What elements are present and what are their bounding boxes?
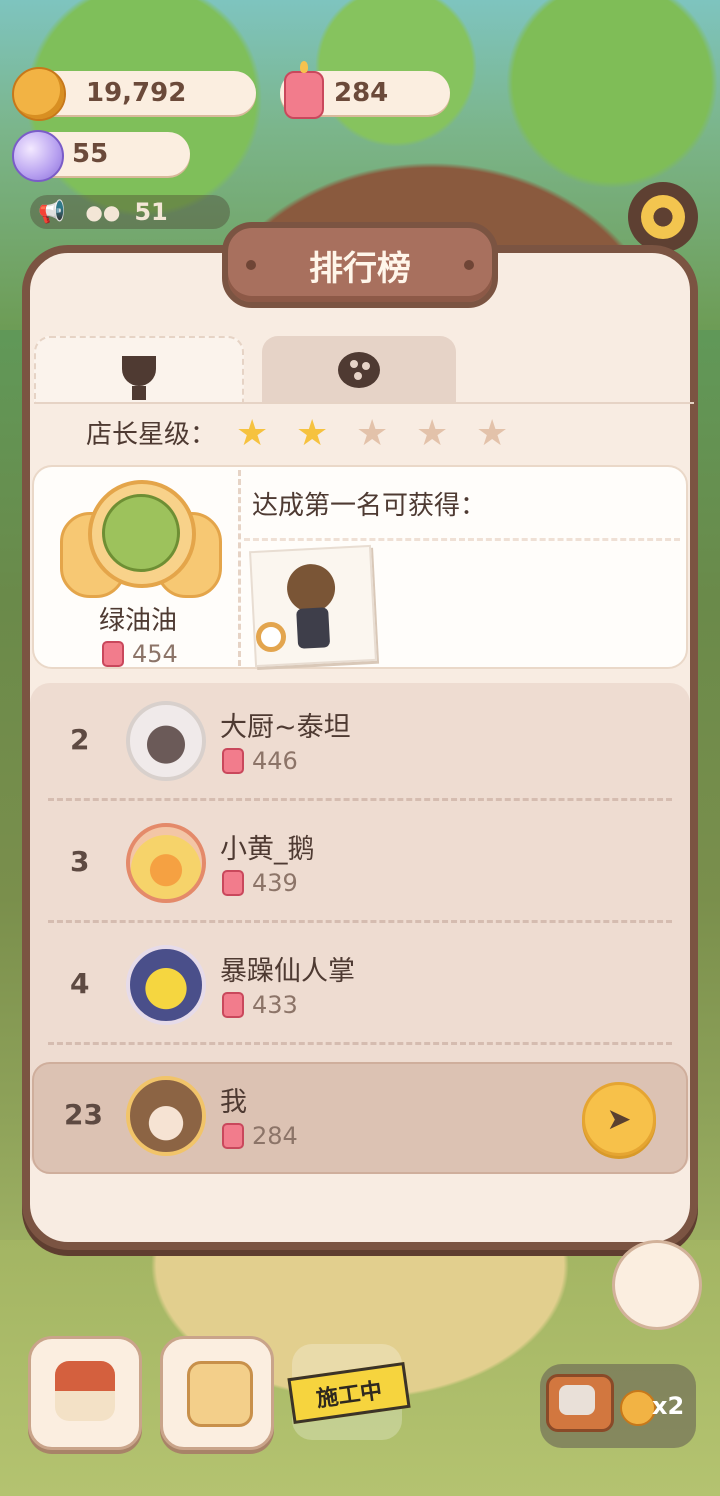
first-place-avatar [102,494,180,572]
tv-icon [546,1374,614,1432]
avatar[interactable] [126,823,206,903]
reward-divider [244,538,680,541]
build-house-button[interactable] [28,1336,142,1450]
avatar[interactable] [126,945,206,1025]
gem-count: 55 [72,139,109,169]
first-place-emblem[interactable] [60,472,222,602]
share-send-button[interactable]: ➤ [582,1082,656,1156]
tab-planet[interactable] [262,336,456,404]
star-icon-empty: ★ [416,413,449,454]
banner-rivet [464,260,474,270]
settings-gear-icon[interactable] [628,182,698,252]
card-divider [238,470,241,666]
my-rank-number: 23 [64,1098,103,1131]
watch-ad-reward-button[interactable]: x2 [540,1364,696,1448]
trophy-icon [122,356,156,400]
gem-counter: 55 [12,130,190,182]
star-icon-filled: ★ [296,413,329,454]
rank-number: 2 [70,723,90,756]
house-hammer-icon [55,1361,115,1421]
candle-count: 284 [334,78,389,108]
my-name: 我 [220,1087,247,1118]
player-name: 大厨~泰坦 [220,712,351,743]
candle-icon [284,61,324,119]
chat-avatar-button[interactable] [612,1240,702,1330]
first-place-name: 绿油油 [98,606,177,636]
paper-plane-icon: ➤ [606,1101,632,1137]
reward-label: 达成第一名可获得： [252,491,487,521]
first-place-score-value: 454 [132,640,178,668]
player-score-value: 446 [252,747,298,775]
tab-trophy[interactable] [34,336,244,404]
reward-character-body [296,607,331,649]
coin-icon [620,1390,656,1426]
candle-icon [222,1123,244,1149]
visitor-count: 51 [134,198,168,226]
rank-number: 3 [70,845,90,878]
visitors-icon: ●● [85,200,121,224]
coin-count: 19,792 [86,78,187,108]
row-divider [48,1042,672,1045]
heart-notebook-icon [187,1361,253,1427]
reward-multiplier: x2 [652,1392,685,1420]
coin-icon [12,67,66,121]
leaderboard-title-banner: 排行榜 [222,222,498,308]
visitor-counter[interactable]: 📢 ●● 51 [30,195,230,229]
player-name: 小黄_鹅 [220,834,315,865]
list-item[interactable]: 2 大厨~泰坦 446 [30,683,690,803]
star-rating-label: 店长星级： [86,420,217,450]
list-item[interactable]: 3 小黄_鹅 439 [30,805,690,925]
player-score: 439 [222,869,298,897]
my-avatar[interactable] [126,1076,206,1156]
planet-icon [338,352,380,388]
candle-icon [222,992,244,1018]
banner-rivet [246,260,256,270]
player-score: 433 [222,991,298,1019]
tab-divider [34,402,694,404]
avatar[interactable] [126,701,206,781]
list-item[interactable]: 4 暴躁仙人掌 433 [30,927,690,1047]
candle-icon [102,641,124,667]
rank-number: 4 [70,967,90,1000]
row-divider [48,798,672,801]
first-place-score: 454 [102,640,178,668]
candle-icon [222,748,244,774]
coin-counter: 19,792 [12,67,256,121]
my-score: 284 [222,1122,298,1150]
star-icon-empty: ★ [356,413,389,454]
player-score-value: 433 [252,991,298,1019]
star-icon-empty: ★ [476,413,509,454]
megaphone-icon: 📢 [38,199,66,225]
gem-icon [12,130,64,182]
player-score: 446 [222,747,298,775]
row-divider [48,920,672,923]
player-score-value: 439 [252,869,298,897]
player-name: 暴躁仙人掌 [220,956,355,987]
reward-character-head [285,562,337,614]
candle-counter: 284 [280,61,450,119]
candle-icon [222,870,244,896]
recipe-book-button[interactable] [160,1336,274,1450]
my-score-value: 284 [252,1122,298,1150]
star-icon-filled: ★ [236,413,269,454]
magnifier-icon[interactable] [256,622,286,652]
leaderboard-title: 排行榜 [309,248,411,289]
